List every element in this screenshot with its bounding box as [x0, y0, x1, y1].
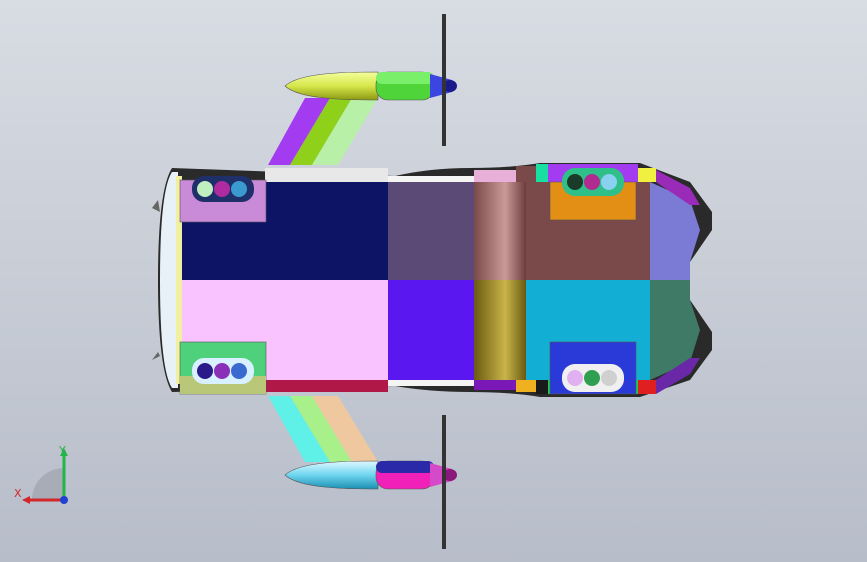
- upper-strut[interactable]: [268, 98, 378, 165]
- lower-propeller[interactable]: [442, 415, 446, 549]
- aircraft-model[interactable]: [0, 0, 867, 562]
- rotor-well-rear-bottom[interactable]: [549, 341, 637, 395]
- nose-canard-top: [152, 200, 160, 212]
- y-axis-label: Y: [59, 444, 66, 457]
- rotor-well-front-top[interactable]: [179, 176, 267, 223]
- rotor-well-front-bottom[interactable]: [179, 341, 267, 395]
- upper-pod[interactable]: [284, 71, 457, 101]
- nose-canard-bottom: [152, 352, 160, 360]
- lower-pod[interactable]: [284, 460, 457, 490]
- x-axis-label: X: [14, 487, 22, 500]
- lower-strut[interactable]: [268, 396, 378, 462]
- upper-propeller[interactable]: [442, 14, 446, 146]
- cad-viewport[interactable]: Y X: [0, 0, 867, 562]
